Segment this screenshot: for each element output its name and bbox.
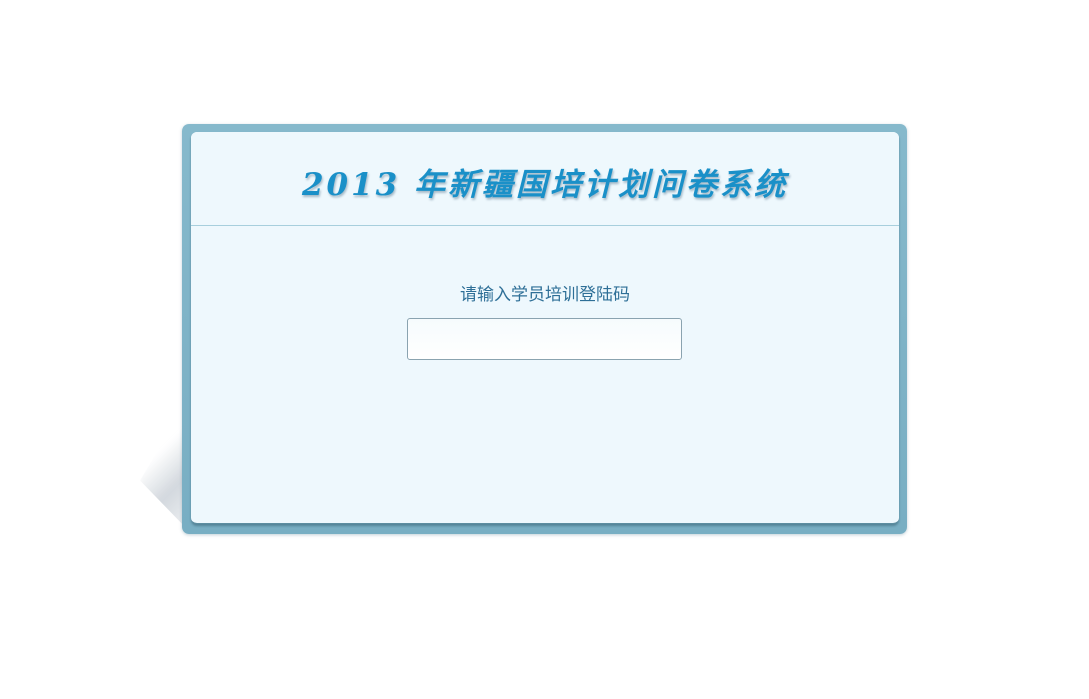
- login-card-header: 2013 年新疆国培计划问卷系统: [191, 132, 899, 226]
- login-card: 2013 年新疆国培计划问卷系统 请输入学员培训登陆码: [191, 132, 899, 524]
- page: 2013 年新疆国培计划问卷系统 请输入学员培训登陆码: [0, 0, 1089, 699]
- login-code-input[interactable]: [407, 318, 682, 360]
- login-code-label: 请输入学员培训登陆码: [460, 285, 630, 305]
- system-title: 2013 年新疆国培计划问卷系统: [301, 167, 789, 203]
